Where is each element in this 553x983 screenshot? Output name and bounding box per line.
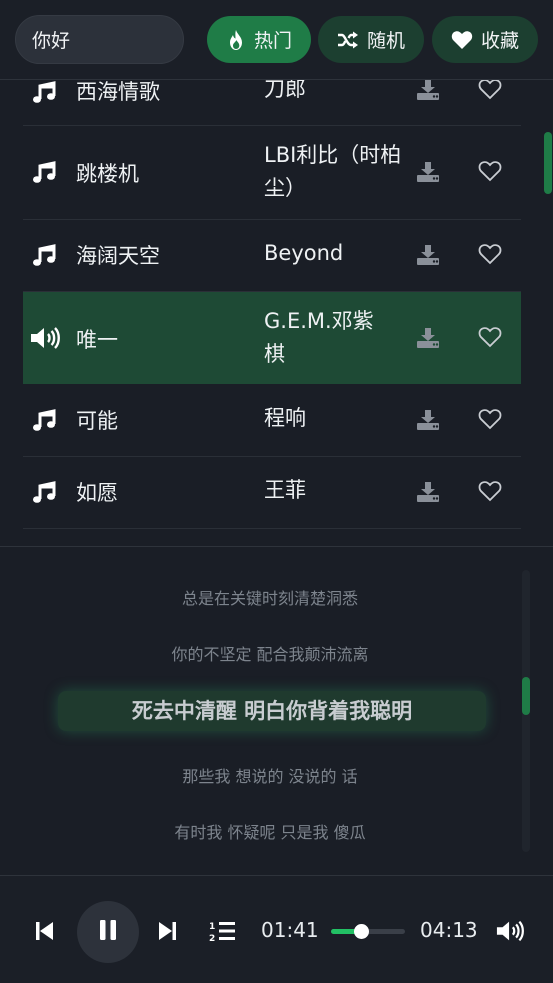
- current-lyric-line: 死去中清醒 明白你背着我聪明: [131, 699, 413, 723]
- lyric-line: 总是在关键时刻清楚洞悉: [181, 589, 358, 608]
- download-icon[interactable]: [416, 243, 440, 271]
- download-icon[interactable]: [416, 160, 440, 188]
- lyrics-scroll-thumb[interactable]: [522, 677, 530, 715]
- svg-text:2: 2: [209, 934, 215, 942]
- song-artist: LBI利比（时柏尘）: [264, 143, 402, 200]
- favorites-button-label: 收藏: [480, 30, 519, 52]
- music-note-icon: [32, 409, 56, 437]
- song-artist: G.E.M.邓紫棋: [264, 309, 374, 366]
- hot-button[interactable]: 热门: [207, 16, 311, 63]
- download-icon[interactable]: [416, 408, 440, 436]
- like-icon[interactable]: [478, 408, 502, 434]
- download-icon[interactable]: [416, 326, 440, 354]
- lyric-line: 你的不坚定 配合我颠沛流离: [171, 645, 369, 664]
- song-row[interactable]: 海阔天空 Beyond: [23, 220, 521, 292]
- song-title: 海阔天空: [76, 244, 160, 268]
- lyric-line: 那些我 想说的 没说的 话: [182, 767, 358, 786]
- song-title: 唯一: [76, 328, 118, 352]
- song-row-playing[interactable]: 唯一 G.E.M.邓紫棋: [23, 292, 521, 384]
- song-title: 可能: [76, 409, 118, 433]
- flame-icon: [226, 29, 246, 51]
- song-row[interactable]: 如愿 王菲: [23, 457, 521, 529]
- next-track-icon[interactable]: [158, 921, 176, 945]
- progress-knob[interactable]: [353, 924, 369, 939]
- random-button[interactable]: 随机: [318, 16, 424, 63]
- previous-track-icon[interactable]: [36, 921, 54, 945]
- song-artist: Beyond: [264, 241, 344, 265]
- like-icon[interactable]: [478, 243, 502, 269]
- like-icon[interactable]: [478, 326, 502, 352]
- music-note-icon: [32, 244, 56, 272]
- total-time: 04:13: [420, 918, 478, 942]
- playlist-icon[interactable]: 12: [209, 920, 237, 946]
- pause-icon: [99, 920, 117, 944]
- hot-button-label: 热门: [253, 30, 292, 52]
- like-icon[interactable]: [478, 80, 502, 104]
- song-artist: 程响: [264, 406, 306, 430]
- shuffle-icon: [337, 31, 359, 49]
- song-row[interactable]: 西海情歌 刀郎: [23, 80, 521, 126]
- music-note-icon: [32, 481, 56, 509]
- song-title: 西海情歌: [76, 80, 160, 104]
- volume-icon[interactable]: [496, 919, 524, 947]
- random-button-label: 随机: [366, 30, 405, 52]
- player-bar: 12 01:41 04:13: [0, 875, 553, 983]
- favorites-button[interactable]: 收藏: [432, 16, 538, 63]
- song-row[interactable]: 跳楼机 LBI利比（时柏尘）: [23, 126, 521, 220]
- top-bar: 热门 随机 收藏: [0, 0, 553, 80]
- song-list-scrollbar[interactable]: [544, 132, 552, 194]
- lyric-line: 有时我 怀疑呢 只是我 傻瓜: [174, 823, 366, 842]
- download-icon[interactable]: [416, 480, 440, 508]
- song-artist: 刀郎: [264, 80, 306, 101]
- song-artist: 王菲: [264, 478, 306, 502]
- lyrics-panel: 总是在关键时刻清楚洞悉 你的不坚定 配合我颠沛流离 死去中清醒 明白你背着我聪明…: [0, 547, 553, 875]
- download-icon[interactable]: [416, 80, 440, 106]
- svg-text:1: 1: [209, 922, 215, 932]
- like-icon[interactable]: [478, 160, 502, 186]
- song-title: 如愿: [76, 481, 118, 505]
- heart-icon: [451, 30, 473, 50]
- music-note-icon: [32, 161, 56, 189]
- music-note-icon: [32, 81, 56, 109]
- current-time: 01:41: [261, 918, 319, 942]
- pause-button[interactable]: [77, 901, 139, 963]
- song-row[interactable]: 可能 程响: [23, 384, 521, 457]
- search-input[interactable]: [15, 15, 184, 64]
- like-icon[interactable]: [478, 480, 502, 506]
- song-title: 跳楼机: [76, 162, 139, 186]
- progress-slider[interactable]: [331, 924, 405, 939]
- speaker-icon: [30, 326, 60, 354]
- song-list[interactable]: 西海情歌 刀郎 跳楼机 LBI利比（时柏尘） 海阔天空 Beyond 唯一 G.…: [0, 80, 553, 546]
